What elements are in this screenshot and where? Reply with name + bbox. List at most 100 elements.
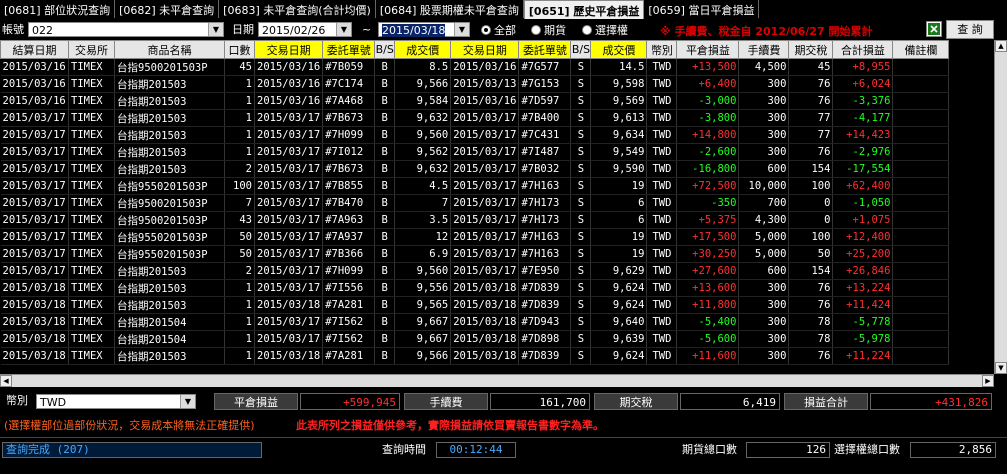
table-row[interactable]: 2015/03/17 TIMEX 台指9550201503P 100 2015/03/1… xyxy=(0,177,950,195)
tab-0684[interactable]: [0684] 股票期權未平倉查詢 xyxy=(376,0,524,18)
horizontal-scrollbar[interactable]: ◀ ▶ xyxy=(0,374,994,387)
chevron-down-icon[interactable]: ▼ xyxy=(180,395,195,408)
column-header[interactable]: 成交價 xyxy=(590,40,648,59)
table-row[interactable]: 2015/03/18 TIMEX 台指期201503 1 2015/03/18 #7A28… xyxy=(0,296,950,314)
table-cell: 台指9550201503P xyxy=(114,228,225,246)
table-cell: S xyxy=(570,143,592,161)
table-row[interactable]: 2015/03/17 TIMEX 台指9550201503P 50 2015/03/17… xyxy=(0,245,950,263)
table-row[interactable]: 2015/03/18 TIMEX 台指期201504 1 2015/03/17 #7I56… xyxy=(0,330,950,348)
vertical-scrollbar[interactable]: ▲ ▼ xyxy=(994,40,1007,374)
date-from-input[interactable]: 2015/02/26 ▼ xyxy=(258,22,352,37)
filter-bar: 帳號 022 ▼ 日期 2015/02/26 ▼ ~ 2015/03/18 ▼ … xyxy=(0,19,1007,40)
radio-all[interactable]: 全部 xyxy=(481,22,516,38)
table-cell: 9,560 xyxy=(394,262,452,280)
radio-futures[interactable]: 期貨 xyxy=(531,22,566,38)
table-cell: 9,667 xyxy=(394,313,452,331)
scroll-right-icon[interactable]: ▶ xyxy=(982,375,994,387)
account-select[interactable]: 022 ▼ xyxy=(28,22,224,37)
table-row[interactable]: 2015/03/17 TIMEX 台指期201503 1 2015/03/17 #7I01… xyxy=(0,143,950,161)
scroll-up-icon[interactable]: ▲ xyxy=(995,40,1007,52)
table-cell: B xyxy=(374,58,396,76)
table-row[interactable]: 2015/03/17 TIMEX 台指期201503 1 2015/03/17 #7B67… xyxy=(0,109,950,127)
column-header[interactable]: 手續費 xyxy=(738,40,790,59)
tab-0659[interactable]: [0659] 當日平倉損益 xyxy=(644,0,760,18)
query-button[interactable]: 查 詢 xyxy=(946,20,994,39)
status-bar: 查詢完成 (207) 查詢時間 00:12:44 期貨總口數 126 選擇權總口… xyxy=(0,437,1007,474)
column-header[interactable]: 幣別 xyxy=(646,40,678,59)
column-header[interactable]: B/S xyxy=(570,40,592,59)
column-header[interactable]: 商品名稱 xyxy=(114,40,225,59)
table-cell: 1 xyxy=(224,313,255,331)
table-cell: S xyxy=(570,245,592,263)
table-row[interactable]: 2015/03/16 TIMEX 台指期201503 1 2015/03/16 #7C17… xyxy=(0,75,950,93)
scroll-left-icon[interactable]: ◀ xyxy=(0,375,12,387)
table-row[interactable]: 2015/03/16 TIMEX 台指期201503 1 2015/03/16 #7A46… xyxy=(0,92,950,110)
column-header[interactable]: 交易日期 xyxy=(450,40,520,59)
history-pnl-table: 結算日期 交易所 商品名稱 口數 交易日期 委託單號 B/S 成交價 交易日期 委託單號 B/S 成交… xyxy=(0,40,950,365)
table-cell: #7A281 xyxy=(322,347,376,365)
tab-0651[interactable]: [0651] 歷史平倉損益 xyxy=(523,0,645,20)
table-row[interactable]: 2015/03/17 TIMEX 台指9500201503P 7 2015/03/17 #… xyxy=(0,194,950,212)
table-row[interactable]: 2015/03/17 TIMEX 台指9550201503P 50 2015/03/17… xyxy=(0,228,950,246)
table-row[interactable]: 2015/03/17 TIMEX 台指期201503 2 2015/03/17 #7B67… xyxy=(0,160,950,178)
table-row[interactable]: 2015/03/17 TIMEX 台指9500201503P 43 2015/03/17… xyxy=(0,211,950,229)
table-row[interactable]: 2015/03/18 TIMEX 台指期201503 1 2015/03/17 #7I55… xyxy=(0,279,950,297)
account-value: 022 xyxy=(32,24,53,37)
chevron-down-icon[interactable]: ▼ xyxy=(336,23,351,36)
query-status: 查詢完成 (207) xyxy=(2,442,262,458)
table-cell: +26,846 xyxy=(832,262,894,280)
table-cell: -16,800 xyxy=(676,160,740,178)
table-cell: 2015/03/18 xyxy=(450,330,520,348)
radio-options[interactable]: 選擇權 xyxy=(582,22,628,38)
column-header[interactable]: 委託單號 xyxy=(322,40,376,59)
table-cell: 300 xyxy=(738,126,790,144)
table-cell: S xyxy=(570,313,592,331)
table-cell xyxy=(892,126,950,144)
table-row[interactable]: 2015/03/17 TIMEX 台指期201503 2 2015/03/17 #7H09… xyxy=(0,262,950,280)
table-cell: -5,778 xyxy=(832,313,894,331)
tab-0683[interactable]: [0683] 未平倉查詢(合計均價) xyxy=(219,0,376,18)
table-cell: 2015/03/16 xyxy=(450,92,520,110)
table-cell: S xyxy=(570,279,592,297)
chevron-down-icon[interactable]: ▼ xyxy=(454,23,469,36)
column-header[interactable]: 交易所 xyxy=(68,40,115,59)
table-cell: 300 xyxy=(738,330,790,348)
chevron-down-icon[interactable]: ▼ xyxy=(208,23,223,36)
table-cell: #7I487 xyxy=(518,143,572,161)
table-row[interactable]: 2015/03/18 TIMEX 台指期201504 1 2015/03/17 #7I56… xyxy=(0,313,950,331)
table-cell: 1 xyxy=(224,143,255,161)
column-header[interactable]: 委託單號 xyxy=(518,40,572,59)
table-cell: +11,224 xyxy=(832,347,894,365)
date-to-input[interactable]: 2015/03/18 ▼ xyxy=(378,22,470,37)
tab-0681[interactable]: [0681] 部位狀況查詢 xyxy=(0,0,116,18)
column-header[interactable]: B/S xyxy=(374,40,396,59)
column-header[interactable]: 結算日期 xyxy=(0,40,69,59)
table-cell: 600 xyxy=(738,160,790,178)
column-header[interactable]: 交易日期 xyxy=(253,40,324,59)
table-cell xyxy=(892,211,950,229)
column-header[interactable]: 口數 xyxy=(224,40,255,59)
column-header[interactable]: 期交稅 xyxy=(788,40,834,59)
excel-export-icon[interactable] xyxy=(926,21,942,37)
table-cell: 台指9500201503P xyxy=(114,58,225,76)
column-header[interactable]: 平倉損益 xyxy=(676,40,740,59)
column-header[interactable]: 成交價 xyxy=(394,40,452,59)
scroll-down-icon[interactable]: ▼ xyxy=(995,362,1007,374)
table-cell: +8,955 xyxy=(832,58,894,76)
table-cell: 76 xyxy=(788,347,834,365)
column-header[interactable]: 合計損益 xyxy=(832,40,894,59)
table-cell: TIMEX xyxy=(68,245,115,263)
tab-0682[interactable]: [0682] 未平倉查詢 xyxy=(115,0,220,18)
query-time-label: 查詢時間 xyxy=(382,443,426,456)
table-row[interactable]: 2015/03/16 TIMEX 台指9500201503P 45 2015/03/16… xyxy=(0,58,950,76)
currency-select[interactable]: TWD ▼ xyxy=(36,394,196,409)
table-cell: 2015/03/17 xyxy=(254,177,324,195)
table-cell: 台指期201503 xyxy=(114,92,225,110)
column-header[interactable]: 備註欄 xyxy=(892,40,950,59)
table-cell: 2 xyxy=(224,262,255,280)
table-row[interactable]: 2015/03/18 TIMEX 台指期201503 1 2015/03/18 #7A28… xyxy=(0,347,950,365)
table-cell xyxy=(892,313,950,331)
table-row[interactable]: 2015/03/17 TIMEX 台指期201503 1 2015/03/17 #7H09… xyxy=(0,126,950,144)
table-cell: 台指期201503 xyxy=(114,160,225,178)
table-cell: 台指期201503 xyxy=(114,75,225,93)
